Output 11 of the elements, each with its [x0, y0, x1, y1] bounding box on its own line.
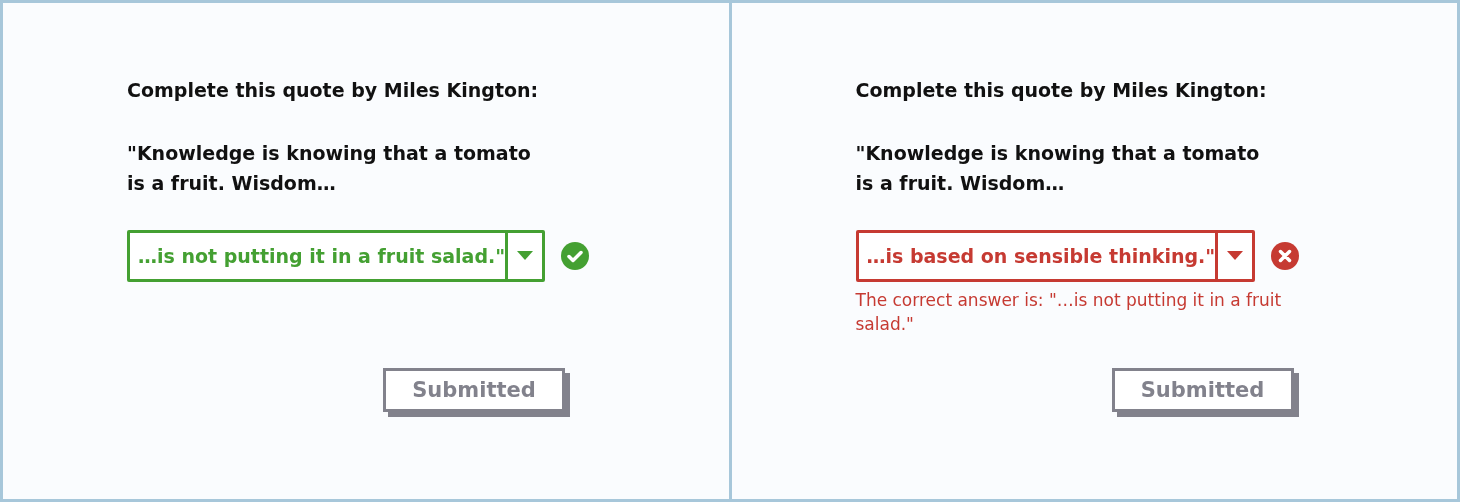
question-prompt: Complete this quote by Miles Kington:	[855, 79, 1268, 101]
check-icon	[561, 242, 590, 270]
question-prompt: Complete this quote by Miles Kington:	[127, 79, 540, 101]
answer-dropdown[interactable]: …is not putting it in a fruit salad."	[127, 230, 546, 282]
caret-icon	[1227, 251, 1244, 261]
quote-text: "Knowledge is knowing that a tomato is a fruit. Wisdom…	[855, 141, 1261, 196]
error-icon	[1271, 242, 1300, 270]
feedback-text: The correct answer is: "…is not putting it in a fruit salad."	[855, 289, 1283, 336]
quote-text: "Knowledge is knowing that a tomato is a fruit. Wisdom…	[127, 141, 532, 196]
answer-dropdown[interactable]: …is based on sensible thinking."	[855, 230, 1256, 282]
caret-icon	[517, 251, 534, 261]
